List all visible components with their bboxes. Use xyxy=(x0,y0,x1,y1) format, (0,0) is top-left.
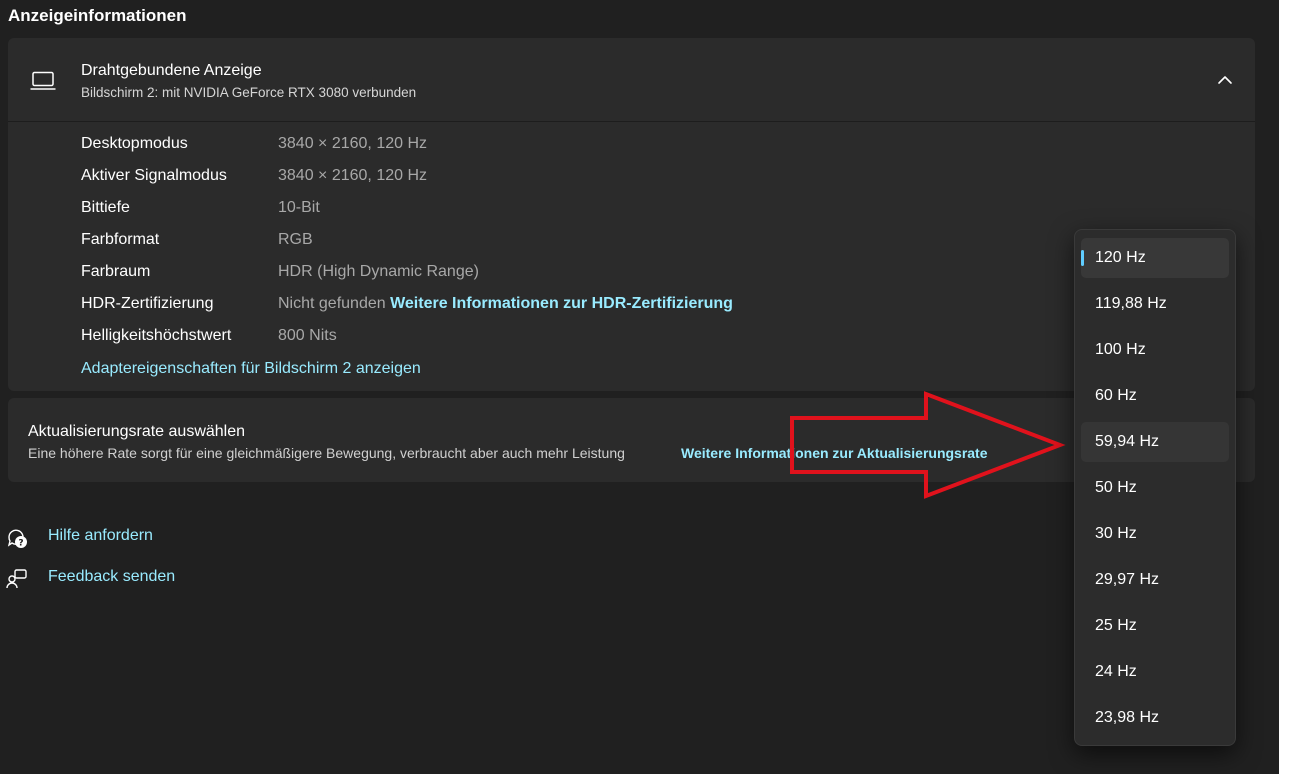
feedback-label: Feedback senden xyxy=(48,568,176,585)
display-name: Drahtgebundene Anzeige xyxy=(81,62,262,79)
feedback-icon xyxy=(6,569,27,589)
info-label: HDR-Zertifizierung xyxy=(81,295,214,312)
section-title: Anzeigeinformationen xyxy=(8,6,187,25)
info-label: Helligkeitshöchstwert xyxy=(81,327,232,344)
info-label: Desktopmodus xyxy=(81,135,188,152)
dropdown-option-label: 23,98 Hz xyxy=(1095,709,1160,726)
dropdown-option-label: 30 Hz xyxy=(1095,525,1137,542)
dropdown-option[interactable]: 59,94 Hz xyxy=(1081,422,1229,462)
selection-indicator xyxy=(1081,250,1084,266)
refresh-rate-title: Aktualisierungsrate auswählen xyxy=(28,423,246,440)
refresh-rate-description: Eine höhere Rate sorgt für eine gleichmä… xyxy=(28,445,625,461)
dropdown-option-label: 119,88 Hz xyxy=(1095,295,1167,312)
display-subtitle: Bildschirm 2: mit NVIDIA GeForce RTX 308… xyxy=(81,85,417,100)
info-label: Bittiefe xyxy=(81,199,130,216)
dropdown-option-label: 100 Hz xyxy=(1095,341,1146,358)
dropdown-option[interactable]: 25 Hz xyxy=(1081,606,1229,646)
dropdown-option-label: 120 Hz xyxy=(1095,249,1146,266)
info-label: Farbformat xyxy=(81,231,160,248)
dropdown-option[interactable]: 119,88 Hz xyxy=(1081,284,1229,324)
info-value: RGB xyxy=(278,231,313,248)
dropdown-option[interactable]: 24 Hz xyxy=(1081,652,1229,692)
hdr-info-link[interactable]: Weitere Informationen zur HDR-Zertifizie… xyxy=(390,295,733,312)
dropdown-option-label: 60 Hz xyxy=(1095,387,1137,404)
refresh-rate-dropdown[interactable]: 120 Hz 119,88 Hz 100 Hz 60 Hz 59,94 Hz 5… xyxy=(1074,229,1236,746)
dropdown-option[interactable]: 60 Hz xyxy=(1081,376,1229,416)
info-value: HDR (High Dynamic Range) xyxy=(278,263,479,280)
info-label: Aktiver Signalmodus xyxy=(81,167,227,184)
svg-text:?: ? xyxy=(18,539,23,549)
info-value: Nicht gefunden Weitere Informationen zur… xyxy=(278,295,733,313)
dropdown-option-label: 59,94 Hz xyxy=(1095,433,1160,450)
dropdown-option-label: 29,97 Hz xyxy=(1095,571,1160,588)
info-value-text: Nicht gefunden xyxy=(278,295,386,312)
info-label: Farbraum xyxy=(81,263,151,280)
info-value: 10-Bit xyxy=(278,199,320,216)
info-value: 800 Nits xyxy=(278,327,337,344)
display-info-card: Drahtgebundene Anzeige Bildschirm 2: mit… xyxy=(8,38,1255,391)
adapter-properties-link[interactable]: Adaptereigenschaften für Bildschirm 2 an… xyxy=(81,360,421,378)
dropdown-option[interactable]: 30 Hz xyxy=(1081,514,1229,554)
info-value: 3840 × 2160, 120 Hz xyxy=(278,167,428,184)
display-card-header[interactable]: Drahtgebundene Anzeige Bildschirm 2: mit… xyxy=(8,38,1255,122)
dropdown-option[interactable]: 120 Hz xyxy=(1081,238,1229,278)
dropdown-option-label: 25 Hz xyxy=(1095,617,1137,634)
help-request-label: Hilfe anfordern xyxy=(48,527,153,544)
laptop-icon xyxy=(30,71,56,90)
annotation-arrow xyxy=(790,391,1066,499)
dropdown-option[interactable]: 29,97 Hz xyxy=(1081,560,1229,600)
window-edge xyxy=(1279,0,1299,774)
help-chat-icon: ? xyxy=(7,529,27,549)
info-value: 3840 × 2160, 120 Hz xyxy=(278,135,428,152)
dropdown-option[interactable]: 100 Hz xyxy=(1081,330,1229,370)
chevron-up-icon[interactable] xyxy=(1214,69,1236,91)
dropdown-option[interactable]: 50 Hz xyxy=(1081,468,1229,508)
dropdown-option-label: 24 Hz xyxy=(1095,663,1137,680)
dropdown-option[interactable]: 23,98 Hz xyxy=(1081,698,1229,738)
dropdown-option-label: 50 Hz xyxy=(1095,479,1137,496)
